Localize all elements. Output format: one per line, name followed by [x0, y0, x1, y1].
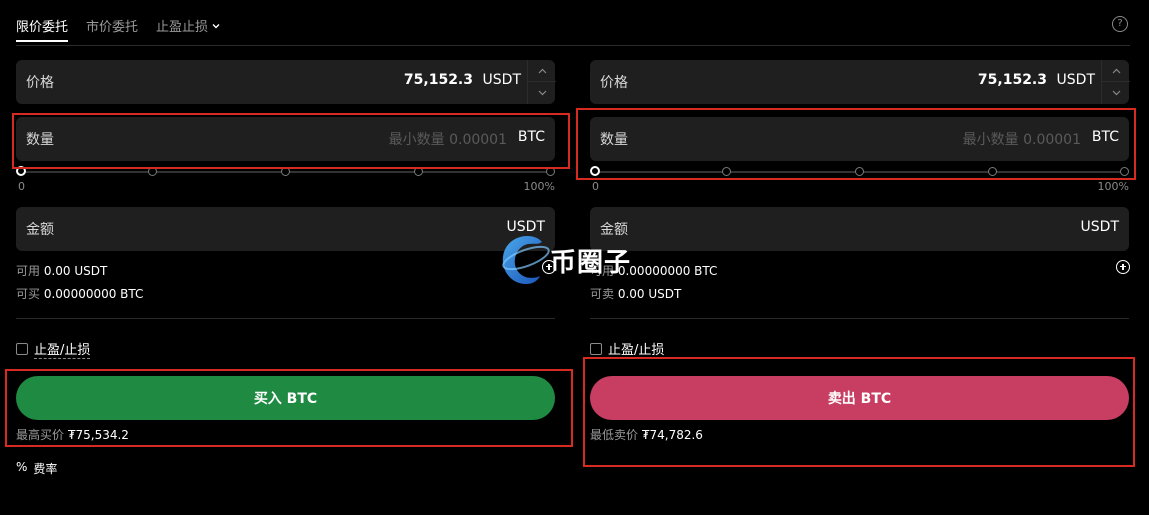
- sell-amount-unit: USDT: [1080, 219, 1119, 235]
- checkbox[interactable]: [590, 343, 602, 355]
- buy-best-label: 最高买价: [16, 428, 65, 442]
- slider-node-50[interactable]: [855, 167, 864, 176]
- slider-node-0[interactable]: [590, 166, 600, 176]
- divider: [590, 318, 1129, 319]
- sell-can-sell: 可卖 0.00 USDT: [590, 285, 681, 302]
- buy-price-field[interactable]: 价格 75,152.3 USDT: [16, 60, 556, 104]
- checkbox[interactable]: [16, 343, 28, 355]
- sell-best-label: 最低卖价: [590, 428, 639, 442]
- buy-can-value: 0.00000000 BTC: [43, 287, 144, 301]
- buy-price-stepper: [527, 60, 556, 104]
- slider-node-25[interactable]: [148, 167, 157, 176]
- sell-tpsl-toggle[interactable]: 止盈/止损: [590, 339, 665, 359]
- buy-button[interactable]: 买入 BTC: [16, 376, 555, 420]
- sell-amount-field[interactable]: 金额 USDT: [590, 207, 1129, 251]
- sell-amount-label: 金额: [600, 222, 628, 238]
- sell-quantity-input[interactable]: 最小数量 0.00001: [963, 129, 1081, 149]
- buy-tpsl-toggle[interactable]: 止盈/止损: [16, 339, 91, 359]
- buy-amount-unit: USDT: [506, 219, 545, 235]
- buy-tpsl-label: 止盈/止损: [34, 339, 91, 359]
- chevron-down-icon[interactable]: [1102, 82, 1130, 104]
- sell-price-field[interactable]: 价格 75,152.3 USDT: [590, 60, 1130, 104]
- slider-min-label: 0: [592, 180, 599, 193]
- slider-node-75[interactable]: [414, 167, 423, 176]
- sell-button[interactable]: 卖出 BTC: [590, 376, 1129, 420]
- buy-quantity-input[interactable]: 最小数量 0.00001: [389, 129, 507, 149]
- sell-price-stepper: [1101, 60, 1130, 104]
- sell-price-value[interactable]: 75,152.3: [978, 72, 1047, 88]
- slider-node-100[interactable]: [1120, 167, 1129, 176]
- sell-quantity-slider[interactable]: [590, 166, 1129, 178]
- buy-available: 可用 0.00 USDT: [16, 262, 107, 279]
- buy-quantity-field[interactable]: 数量 最小数量 0.00001 BTC: [16, 117, 555, 161]
- slider-node-50[interactable]: [281, 167, 290, 176]
- slider-min-label: 0: [18, 180, 25, 193]
- sell-available-value: 0.00000000 BTC: [617, 264, 718, 278]
- chevron-up-icon[interactable]: [528, 60, 556, 82]
- watermark-text: 币圈子: [550, 248, 632, 278]
- buy-amount-field[interactable]: 金额 USDT: [16, 207, 555, 251]
- buy-quantity-label: 数量: [26, 132, 54, 148]
- chevron-down-icon[interactable]: [528, 82, 556, 104]
- divider: [16, 318, 555, 319]
- buy-price-unit: USDT: [482, 72, 521, 88]
- buy-panel: 价格 75,152.3 USDT 数量 最小数量 0.00001 BTC 0 1…: [16, 0, 556, 515]
- fee-rate-label: 费率: [33, 462, 58, 476]
- buy-available-label: 可用: [16, 264, 41, 278]
- slider-node-100[interactable]: [546, 167, 555, 176]
- chevron-up-icon[interactable]: [1102, 60, 1130, 82]
- sell-quantity-unit: BTC: [1091, 129, 1119, 145]
- buy-available-value: 0.00 USDT: [43, 264, 108, 278]
- buy-quantity-slider[interactable]: [16, 166, 555, 178]
- percent-icon: %: [16, 460, 28, 474]
- sell-panel: 价格 75,152.3 USDT 数量 最小数量 0.00001 BTC 0 1…: [590, 0, 1130, 515]
- fee-rate-link[interactable]: % 费率: [16, 460, 57, 477]
- sell-can-label: 可卖: [590, 287, 615, 301]
- sell-price-label: 价格: [600, 75, 628, 91]
- slider-node-25[interactable]: [722, 167, 731, 176]
- sell-quantity-label: 数量: [600, 132, 628, 148]
- sell-quantity-field[interactable]: 数量 最小数量 0.00001 BTC: [590, 117, 1129, 161]
- transfer-plus-icon[interactable]: [1116, 260, 1130, 274]
- sell-best-value: ₮74,782.6: [641, 428, 703, 442]
- buy-best-value: ₮75,534.2: [67, 428, 129, 442]
- sell-can-value: 0.00 USDT: [617, 287, 682, 301]
- buy-amount-label: 金额: [26, 222, 54, 238]
- buy-price-value[interactable]: 75,152.3: [404, 72, 473, 88]
- buy-can-buy: 可买 0.00000000 BTC: [16, 285, 143, 302]
- slider-node-0[interactable]: [16, 166, 26, 176]
- buy-price-label: 价格: [26, 75, 54, 91]
- slider-max-label: 100%: [1097, 180, 1129, 193]
- sell-price-unit: USDT: [1056, 72, 1095, 88]
- slider-max-label: 100%: [523, 180, 555, 193]
- slider-node-75[interactable]: [988, 167, 997, 176]
- buy-quantity-unit: BTC: [517, 129, 545, 145]
- sell-best-price: 最低卖价 ₮74,782.6: [590, 426, 703, 443]
- buy-best-price: 最高买价 ₮75,534.2: [16, 426, 129, 443]
- sell-tpsl-label: 止盈/止损: [608, 339, 665, 359]
- buy-can-label: 可买: [16, 287, 41, 301]
